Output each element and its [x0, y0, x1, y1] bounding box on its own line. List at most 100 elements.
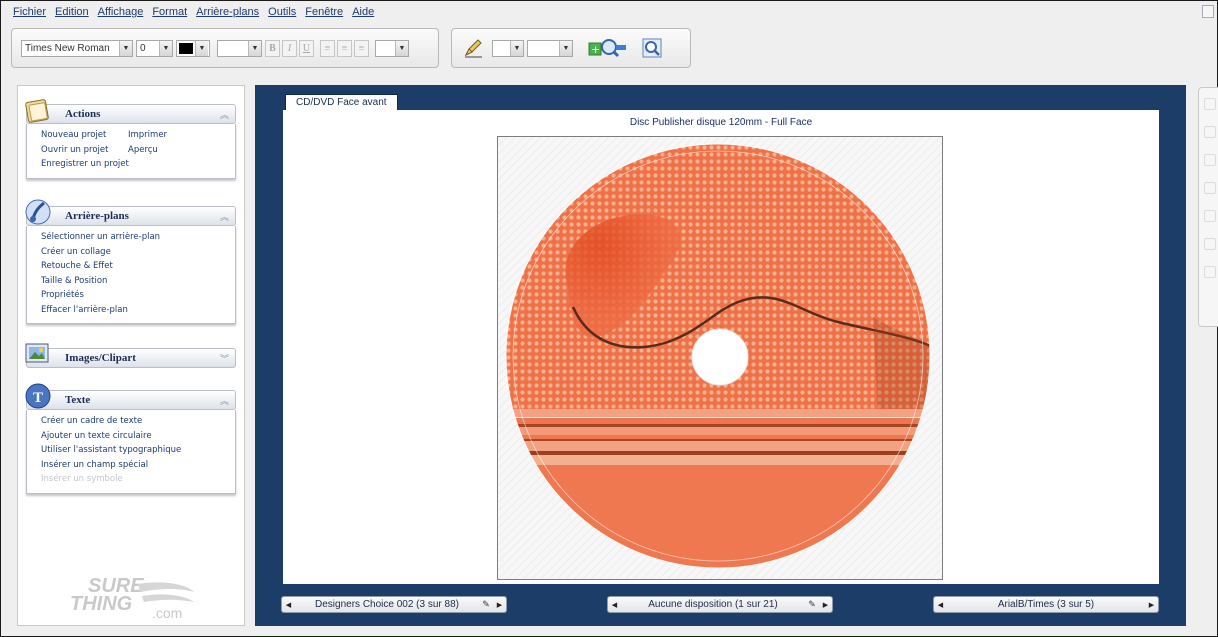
text-header[interactable]: T Texte ︽: [25, 383, 236, 410]
distribute-icon[interactable]: [1204, 266, 1216, 278]
picture-icon: [25, 343, 49, 363]
prev-design-button[interactable]: ◀: [282, 597, 295, 612]
link-insert-symbol: Insérer un symbole: [41, 474, 123, 484]
menu-affichage[interactable]: Affichage: [94, 6, 149, 22]
collapse-icon[interactable]: ︽: [220, 108, 229, 121]
backgrounds-section: Arrière-plans ︽ Sélectionner un arrière-…: [25, 199, 236, 324]
actions-title: Actions: [65, 108, 101, 120]
link-circular-text[interactable]: Ajouter un texte circulaire: [27, 429, 235, 444]
link-open-project[interactable]: Ouvrir un projet: [27, 143, 128, 158]
actions-section: Actions ︽ Nouveau projet Ouvrir un proje…: [25, 99, 236, 179]
menu-aide[interactable]: Aide: [348, 6, 379, 22]
font-size-select[interactable]: 0 ▼: [136, 39, 173, 57]
backgrounds-header[interactable]: Arrière-plans ︽: [25, 199, 236, 226]
chevron-down-icon[interactable]: ▼: [159, 40, 172, 56]
link-special-field[interactable]: Insérer un champ spécial: [27, 458, 235, 473]
text-color-select[interactable]: ▼: [176, 39, 210, 57]
bold-button[interactable]: B: [265, 39, 280, 57]
backgrounds-body: Sélectionner un arrière-plan Créer un co…: [26, 226, 236, 324]
link-new-project[interactable]: Nouveau projet: [27, 128, 128, 143]
window-restore-icon[interactable]: [1202, 5, 1214, 18]
menu-outils[interactable]: Outils: [264, 6, 301, 22]
font-name-value: Times New Roman: [25, 42, 110, 54]
underline-button[interactable]: U: [299, 39, 314, 57]
link-typography-wizard[interactable]: Utiliser l'assistant typographique: [27, 443, 235, 458]
next-design-button[interactable]: ▶: [493, 597, 506, 612]
actions-body: Nouveau projet Ouvrir un projet Enregist…: [26, 124, 236, 179]
task-panel: Actions ︽ Nouveau projet Ouvrir un proje…: [17, 85, 245, 626]
align-right-icon[interactable]: ≡: [354, 39, 369, 57]
align-bottom-icon[interactable]: [1204, 182, 1216, 194]
disc-preview[interactable]: [498, 137, 942, 579]
menu-arriere-plans[interactable]: Arrière-plans: [192, 6, 264, 22]
svg-text:T: T: [33, 390, 43, 406]
tab-cd-dvd-front[interactable]: CD/DVD Face avant: [285, 94, 398, 111]
font-name-select[interactable]: Times New Roman ▼: [21, 39, 133, 57]
edit-layout-icon[interactable]: ✎: [805, 599, 819, 611]
edit-design-icon[interactable]: ✎: [479, 599, 493, 611]
link-save-project[interactable]: Enregistrer un projet: [27, 157, 129, 172]
link-properties[interactable]: Propriétés: [27, 288, 235, 303]
link-size-position[interactable]: Taille & Position: [27, 274, 235, 289]
chevron-down-icon[interactable]: ▼: [395, 40, 408, 56]
link-create-textbox[interactable]: Créer un cadre de texte: [27, 414, 235, 429]
align-left-icon[interactable]: ≡: [320, 39, 335, 57]
link-clear-background[interactable]: Effacer l'arrière-plan: [27, 303, 235, 318]
chevron-down-icon[interactable]: ▼: [510, 40, 523, 56]
folder-icon: [25, 99, 49, 123]
prev-font-button[interactable]: ◀: [934, 597, 947, 612]
disc-frame: [497, 136, 943, 580]
svg-text:+: +: [591, 43, 600, 56]
collapse-icon[interactable]: ︽: [220, 394, 229, 407]
chevron-down-icon[interactable]: ▼: [559, 40, 572, 56]
font-navigator: ◀ ArialB/Times (3 sur 5) ▶: [933, 596, 1159, 613]
images-title: Images/Clipart: [65, 352, 136, 364]
menu-format[interactable]: Format: [148, 6, 192, 22]
images-header[interactable]: Images/Clipart ︾: [25, 343, 236, 368]
text-body: Créer un cadre de texte Ajouter un texte…: [26, 410, 236, 494]
design-navigator: ◀ Designers Choice 002 (3 sur 88) ✎ ▶: [281, 596, 507, 613]
format-toolbar: Times New Roman ▼ 0 ▼ ▼ ▼ B I U ≡ ≡ ≡ ▼: [11, 28, 439, 68]
line-style-select[interactable]: ▼: [492, 39, 524, 57]
text-section: T Texte ︽ Créer un cadre de texte Ajoute…: [25, 383, 236, 494]
next-font-button[interactable]: ▶: [1145, 597, 1158, 612]
images-section: Images/Clipart ︾: [25, 343, 236, 368]
link-select-background[interactable]: Sélectionner un arrière-plan: [27, 230, 235, 245]
collapse-icon[interactable]: ︽: [220, 210, 229, 223]
expand-icon[interactable]: ︾: [220, 352, 229, 365]
link-print[interactable]: Imprimer: [128, 128, 229, 143]
italic-button[interactable]: I: [282, 39, 297, 57]
chevron-down-icon[interactable]: ▼: [195, 40, 208, 56]
actions-header[interactable]: Actions ︽: [25, 99, 236, 124]
rotate-icon[interactable]: [1204, 98, 1216, 110]
next-layout-button[interactable]: ▶: [819, 597, 832, 612]
design-name: Designers Choice 002 (3 sur 88): [315, 599, 459, 610]
bring-forward-icon[interactable]: [1204, 210, 1216, 222]
tools-toolbar: ▼ ▼ +: [451, 28, 691, 68]
design-workspace: CD/DVD Face avant Disc Publisher disque …: [255, 85, 1186, 626]
zoom-in-icon[interactable]: +: [587, 37, 627, 59]
pencil-icon[interactable]: [462, 37, 484, 59]
logo-line3: .com: [152, 605, 182, 620]
text-title: Texte: [65, 394, 91, 406]
surething-logo: SURE THING .com: [70, 575, 194, 620]
link-preview[interactable]: Aperçu: [128, 143, 229, 158]
line-spacing-select[interactable]: ▼: [375, 39, 409, 57]
align-center-icon[interactable]: ≡: [337, 39, 352, 57]
zoom-fit-icon[interactable]: [641, 37, 663, 59]
menu-fichier[interactable]: Fichier: [9, 6, 51, 22]
link-retouch-effect[interactable]: Retouche & Effet: [27, 259, 235, 274]
font-set-name: ArialB/Times (3 sur 5): [997, 599, 1095, 610]
link-create-collage[interactable]: Créer un collage: [27, 245, 235, 260]
menu-fenetre[interactable]: Fenêtre: [301, 6, 348, 22]
send-backward-icon[interactable]: [1204, 238, 1216, 250]
align-top-icon[interactable]: [1204, 154, 1216, 166]
prev-layout-button[interactable]: ◀: [608, 597, 621, 612]
chevron-down-icon[interactable]: ▼: [119, 40, 132, 56]
style-select[interactable]: ▼: [217, 39, 262, 57]
rotate-reverse-icon[interactable]: [1204, 126, 1216, 138]
backgrounds-title: Arrière-plans: [65, 210, 129, 222]
menu-edition[interactable]: Edition: [51, 6, 94, 22]
line-width-select[interactable]: ▼: [527, 39, 573, 57]
chevron-down-icon[interactable]: ▼: [248, 40, 261, 56]
